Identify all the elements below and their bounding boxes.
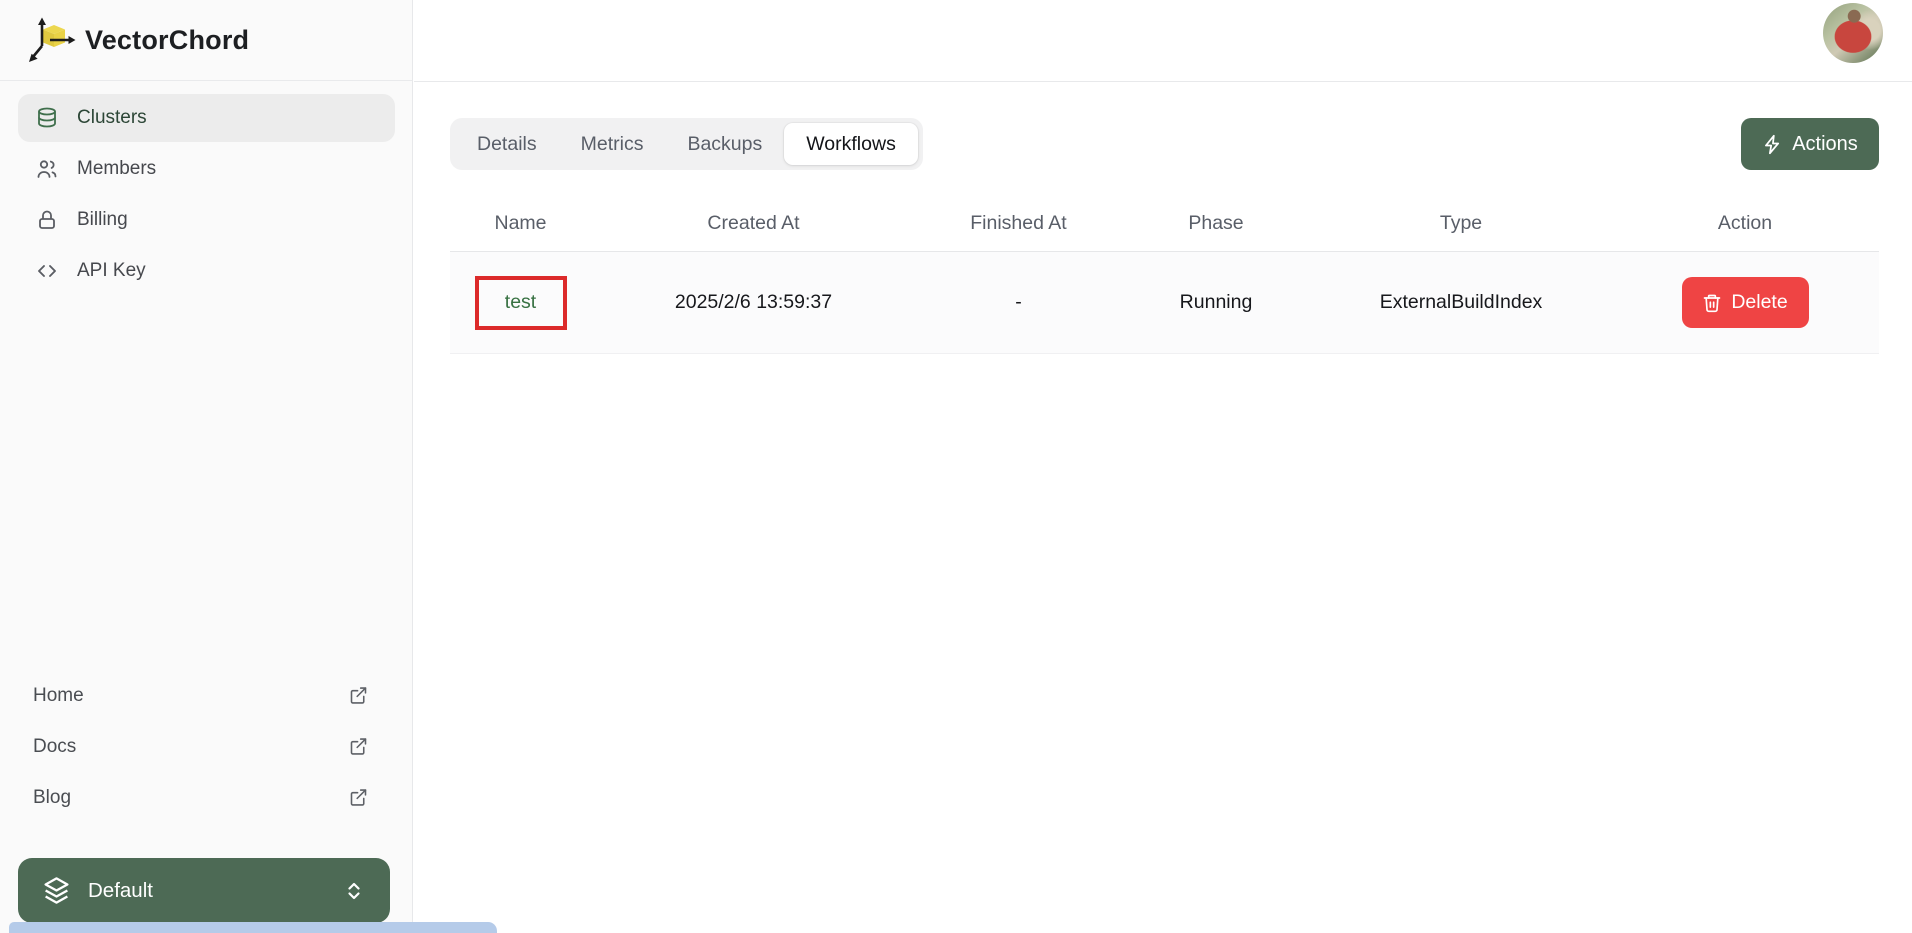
tab-metrics[interactable]: Metrics — [559, 123, 666, 165]
main-content: Details Metrics Backups Workflows Action… — [414, 82, 1912, 933]
tab-workflows[interactable]: Workflows — [784, 123, 918, 165]
sidebar: VectorChord Clusters — [0, 0, 413, 933]
cell-action: Delete — [1611, 252, 1879, 353]
column-header-name: Name — [450, 195, 591, 251]
workflows-table: Name Created At Finished At Phase Type A… — [450, 195, 1879, 354]
external-link-icon — [348, 685, 369, 706]
sidebar-item-api-key[interactable]: API Key — [18, 247, 395, 295]
bottom-scrollbar-thumb[interactable] — [9, 922, 497, 933]
delete-button-label: Delete — [1731, 291, 1787, 314]
delete-button[interactable]: Delete — [1682, 277, 1809, 328]
sidebar-link-docs[interactable]: Docs — [0, 721, 411, 772]
sidebar-item-clusters[interactable]: Clusters — [18, 94, 395, 142]
sidebar-link-label: Home — [33, 685, 84, 707]
sidebar-link-blog[interactable]: Blog — [0, 772, 411, 823]
vectorchord-app: VectorChord Clusters — [0, 0, 1912, 933]
topbar — [414, 0, 1912, 82]
code-icon — [35, 259, 59, 283]
lightning-icon — [1762, 134, 1783, 155]
layers-icon — [42, 876, 71, 905]
sidebar-link-label: Docs — [33, 736, 76, 758]
external-link-icon — [348, 787, 369, 808]
cell-phase: Running — [1121, 252, 1311, 353]
sidebar-external-links: Home Docs — [0, 670, 411, 823]
sidebar-item-label: API Key — [77, 260, 146, 282]
column-header-created-at: Created At — [591, 195, 916, 251]
table-row: test 2025/2/6 13:59:37 - Running Externa… — [450, 251, 1879, 354]
tab-backups[interactable]: Backups — [665, 123, 784, 165]
lock-icon — [35, 208, 59, 232]
cluster-tabs: Details Metrics Backups Workflows — [450, 118, 923, 170]
sidebar-link-label: Blog — [33, 787, 71, 809]
column-header-type: Type — [1311, 195, 1611, 251]
cell-type: ExternalBuildIndex — [1311, 252, 1611, 353]
workspace-selector[interactable]: Default — [18, 858, 390, 923]
content-header: Details Metrics Backups Workflows Action… — [450, 118, 1879, 170]
workspace-label: Default — [88, 879, 153, 903]
sidebar-nav: Clusters Members — [0, 81, 412, 295]
trash-icon — [1702, 293, 1722, 313]
sidebar-item-label: Members — [77, 158, 156, 180]
app-logo[interactable]: VectorChord — [0, 0, 412, 81]
sidebar-link-home[interactable]: Home — [0, 670, 411, 721]
vectorchord-logo-icon — [28, 15, 78, 65]
tab-details[interactable]: Details — [455, 123, 559, 165]
column-header-finished-at: Finished At — [916, 195, 1121, 251]
actions-button-label: Actions — [1792, 133, 1858, 156]
app-title: VectorChord — [85, 25, 249, 56]
database-icon — [35, 106, 59, 130]
users-icon — [35, 157, 59, 181]
chevrons-up-down-icon — [342, 879, 366, 903]
column-header-phase: Phase — [1121, 195, 1311, 251]
cell-finished-at: - — [916, 252, 1121, 353]
sidebar-item-label: Clusters — [77, 107, 147, 129]
workflow-name-link[interactable]: test — [505, 291, 536, 314]
external-link-icon — [348, 736, 369, 757]
sidebar-item-members[interactable]: Members — [18, 145, 395, 193]
table-header-row: Name Created At Finished At Phase Type A… — [450, 195, 1879, 251]
annotation-highlight-box: test — [475, 276, 567, 330]
actions-button[interactable]: Actions — [1741, 118, 1879, 170]
sidebar-item-label: Billing — [77, 209, 128, 231]
column-header-action: Action — [1611, 195, 1879, 251]
user-avatar[interactable] — [1823, 3, 1883, 63]
sidebar-item-billing[interactable]: Billing — [18, 196, 395, 244]
cell-name: test — [450, 252, 591, 353]
cell-created-at: 2025/2/6 13:59:37 — [591, 252, 916, 353]
